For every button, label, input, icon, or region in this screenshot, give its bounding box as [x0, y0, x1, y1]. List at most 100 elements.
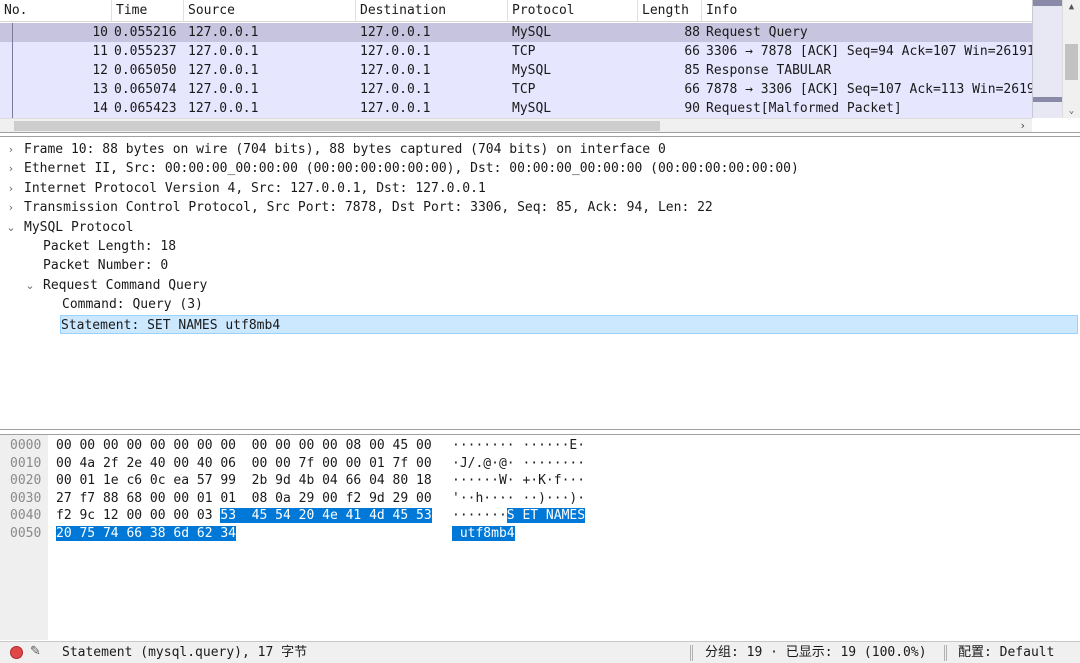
- hex-bytes-highlighted: 20 75 74 66 38 6d 62 34: [56, 526, 237, 541]
- column-header-length[interactable]: Length: [638, 0, 702, 22]
- hex-bytes[interactable]: f2 9c 12 00 00 00 03 53 45 54 20 4e 41 4…: [56, 507, 432, 525]
- collapse-arrow-icon[interactable]: ⌄: [4, 218, 18, 237]
- tree-item-label: Statement: SET NAMES utf8mb4: [61, 317, 281, 333]
- packet-list-horizontal-scrollbar[interactable]: ›: [0, 118, 1032, 132]
- packet-list-rows: 10 0.055216 127.0.0.1 127.0.0.1 MySQL 88 Reque…: [0, 23, 1032, 118]
- tree-item-label: Packet Length: 18: [43, 239, 177, 254]
- packet-cell-len: 90: [684, 101, 700, 116]
- column-header-info[interactable]: Info: [702, 0, 1032, 22]
- scroll-thumb[interactable]: [1065, 44, 1078, 80]
- tree-item[interactable]: ⌄ MySQL Protocol: [0, 218, 1080, 237]
- profile-selector[interactable]: 配置: Default: [958, 642, 1054, 663]
- packet-cell-no: 13: [92, 82, 108, 97]
- column-header-destination[interactable]: Destination: [356, 0, 508, 22]
- edit-comment-icon[interactable]: ✎: [30, 644, 46, 660]
- ascii-bytes-plain: ·······: [452, 508, 507, 524]
- tree-item[interactable]: › Ethernet II, Src: 00:00:00_00:00:00 (00…: [0, 159, 1080, 178]
- tree-item[interactable]: › Transmission Control Protocol, Src Port…: [0, 198, 1080, 217]
- expand-arrow-icon[interactable]: ›: [4, 198, 18, 217]
- packet-cell-len: 85: [684, 63, 700, 78]
- packet-cell-len: 66: [684, 44, 700, 59]
- packet-cell-time: 0.055237: [114, 44, 177, 59]
- hex-bytes-plain: 00 01 1e c6 0c ea 57 99 2b 9d 4b 04 66 0…: [56, 473, 432, 489]
- ascii-bytes[interactable]: ······W· +·K·f···: [452, 472, 585, 490]
- bytes-row: 0020 00 01 1e c6 0c ea 57 99 2b 9d 4b 04 …: [0, 472, 1080, 490]
- packet-cell-src: 127.0.0.1: [188, 82, 259, 97]
- packet-cell-proto: TCP: [512, 82, 536, 97]
- column-header-no[interactable]: No.: [0, 0, 112, 22]
- tree-item-label: Internet Protocol Version 4, Src: 127.0.…: [24, 180, 486, 196]
- packet-cell-dst: 127.0.0.1: [360, 82, 431, 97]
- hex-bytes-plain: f2 9c 12 00 00 00 03: [56, 508, 221, 524]
- byte-offset: 0040: [10, 508, 42, 524]
- ascii-bytes-plain: ······W· +·K·f···: [452, 473, 586, 489]
- packet-cell-dst: 127.0.0.1: [360, 44, 431, 59]
- expand-arrow-icon[interactable]: ›: [4, 140, 18, 159]
- chevron-right-icon[interactable]: ›: [1019, 119, 1026, 132]
- byte-offset: 0020: [10, 473, 42, 489]
- hex-bytes[interactable]: 00 00 00 00 00 00 00 00 00 00 00 00 08 0…: [56, 437, 432, 455]
- packet-cell-proto: TCP: [512, 44, 536, 59]
- bytes-row: 0010 00 4a 2f 2e 40 00 40 06 00 00 7f 00 …: [0, 455, 1080, 473]
- tree-item-label: Frame 10: 88 bytes on wire (704 bits), 8…: [24, 142, 666, 157]
- packet-cell-dst: 127.0.0.1: [360, 101, 431, 116]
- hex-bytes[interactable]: 00 4a 2f 2e 40 00 40 06 00 00 7f 00 00 0…: [56, 455, 432, 473]
- tree-item[interactable]: › Frame 10: 88 bytes on wire (704 bits), …: [0, 140, 1080, 159]
- packet-cell-src: 127.0.0.1: [188, 44, 259, 59]
- packet-cell-proto: MySQL: [512, 63, 552, 78]
- packet-row[interactable]: 12 0.065050 127.0.0.1 127.0.0.1 MySQL 85 Respo…: [0, 61, 1032, 80]
- packet-list-vertical-scrollbar[interactable]: ▲ ⌄: [1062, 0, 1080, 118]
- expand-arrow-icon[interactable]: ›: [4, 159, 18, 178]
- tree-item-selected[interactable]: Statement: SET NAMES utf8mb4: [60, 314, 1078, 334]
- packet-cell-time: 0.065423: [114, 101, 177, 116]
- packet-bytes-pane[interactable]: 0000 00 00 00 00 00 00 00 00 00 00 00 00 …: [0, 434, 1080, 640]
- tree-item[interactable]: Packet Number: 0: [0, 256, 1080, 275]
- red-circle-icon[interactable]: [10, 646, 23, 659]
- packet-list-header: No. Time Source Destination Protocol Len…: [0, 0, 1032, 22]
- packet-cell-src: 127.0.0.1: [188, 63, 259, 78]
- ascii-bytes-highlighted: utf8mb4: [452, 526, 515, 541]
- packet-row[interactable]: 13 0.065074 127.0.0.1 127.0.0.1 TCP 66 7878 → …: [0, 80, 1032, 99]
- tree-item-label: Command: Query (3): [62, 297, 203, 313]
- ascii-bytes[interactable]: utf8mb4: [452, 525, 515, 543]
- column-header-time[interactable]: Time: [112, 0, 184, 22]
- bytes-row: 0040 f2 9c 12 00 00 00 03 53 45 54 20 4e …: [0, 507, 1080, 525]
- ascii-bytes[interactable]: '··h···· ··)···)·: [452, 490, 585, 508]
- status-separator: [944, 645, 947, 661]
- ascii-bytes[interactable]: ·······S ET NAMES: [452, 507, 586, 525]
- scroll-up-icon[interactable]: ▲: [1063, 0, 1080, 14]
- ascii-bytes-highlighted: S ET NAMES: [506, 508, 586, 524]
- packet-details-tree[interactable]: › Frame 10: 88 bytes on wire (704 bits), …: [0, 136, 1080, 430]
- packet-row[interactable]: 11 0.055237 127.0.0.1 127.0.0.1 TCP 66 3306 → …: [0, 42, 1032, 61]
- tree-item[interactable]: Command: Query (3): [0, 295, 1080, 314]
- tree-item[interactable]: Packet Length: 18: [0, 237, 1080, 256]
- scroll-down-icon[interactable]: ⌄: [1063, 104, 1080, 118]
- byte-offset: 0030: [10, 490, 42, 506]
- bytes-row: 0050 20 75 74 66 38 6d 62 34 utf8mb4: [0, 525, 1080, 543]
- tree-item[interactable]: ⌄ Request Command Query: [0, 276, 1080, 295]
- hex-bytes[interactable]: 00 01 1e c6 0c ea 57 99 2b 9d 4b 04 66 0…: [56, 472, 432, 490]
- packet-cell-src: 127.0.0.1: [188, 101, 259, 116]
- tree-item[interactable]: › Internet Protocol Version 4, Src: 127.0…: [0, 179, 1080, 198]
- hex-bytes[interactable]: 20 75 74 66 38 6d 62 34: [56, 525, 237, 543]
- collapse-arrow-icon[interactable]: ⌄: [23, 276, 37, 295]
- packet-row[interactable]: 14 0.065423 127.0.0.1 127.0.0.1 MySQL 90 Reque…: [0, 99, 1032, 118]
- column-header-source[interactable]: Source: [184, 0, 356, 22]
- column-header-protocol[interactable]: Protocol: [508, 0, 638, 22]
- packet-minimap[interactable]: [1032, 0, 1062, 118]
- packet-cell-src: 127.0.0.1: [188, 25, 259, 40]
- ascii-bytes[interactable]: ·J/.@·@· ········: [452, 455, 585, 473]
- packet-cell-dst: 127.0.0.1: [360, 25, 431, 40]
- packet-list-pane[interactable]: No. Time Source Destination Protocol Len…: [0, 0, 1080, 133]
- packet-row-selected[interactable]: 10 0.055216 127.0.0.1 127.0.0.1 MySQL 88 Reque…: [0, 23, 1032, 42]
- packet-cell-dst: 127.0.0.1: [360, 63, 431, 78]
- status-separator: [690, 645, 693, 661]
- expand-arrow-icon[interactable]: ›: [4, 179, 18, 198]
- horizontal-scroll-thumb[interactable]: [14, 121, 660, 131]
- packet-cell-len: 88: [684, 25, 700, 40]
- packet-cell-no: 10: [92, 25, 108, 40]
- hex-bytes[interactable]: 27 f7 88 68 00 00 01 01 08 0a 29 00 f2 9…: [56, 490, 432, 508]
- tree-item-label: Ethernet II, Src: 00:00:00_00:00:00 (00:…: [24, 161, 799, 177]
- packet-cell-time: 0.055216: [114, 25, 177, 40]
- ascii-bytes[interactable]: ········ ······E·: [452, 437, 585, 455]
